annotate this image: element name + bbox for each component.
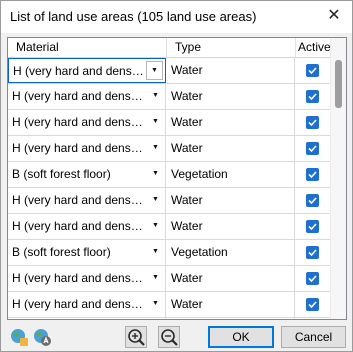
active-checkbox[interactable]	[306, 64, 319, 77]
chevron-down-icon[interactable]: ▼	[148, 243, 163, 260]
material-cell[interactable]: H (very hard and dense s...▼	[8, 84, 166, 109]
grid-rows: H (very hard and dense s... ▼ Water H (very…	[8, 58, 330, 319]
active-cell	[296, 240, 330, 265]
active-checkbox[interactable]	[306, 194, 319, 207]
active-cell	[296, 214, 330, 239]
material-value: H (very hard and dense s...	[13, 64, 149, 78]
type-cell: Water	[167, 214, 295, 239]
material-value: H (very hard and dense s...	[12, 297, 148, 311]
zoom-in-button[interactable]	[125, 326, 147, 348]
column-header-type[interactable]: Type	[167, 38, 296, 57]
material-value: H (very hard and dense s...	[12, 141, 148, 155]
table-row[interactable]: B (soft forest floor) ▼ Vegetation	[8, 162, 330, 188]
grid-header: Material Type Active	[8, 38, 330, 58]
active-cell	[296, 188, 330, 213]
chevron-down-icon[interactable]: ▼	[148, 217, 163, 234]
material-value: B (soft forest floor)	[12, 245, 111, 259]
material-value: H (very hard and dense s...	[12, 271, 148, 285]
type-cell: Water	[167, 58, 295, 83]
table-row[interactable]: H (very hard and dense s...▼Water	[8, 136, 330, 162]
material-value: H (very hard and dense s...	[12, 219, 148, 233]
chevron-down-icon[interactable]: ▼	[148, 139, 163, 156]
chevron-down-icon[interactable]: ▼	[148, 295, 163, 312]
land-use-select-icon[interactable]	[32, 327, 52, 347]
close-icon[interactable]: ✕	[322, 5, 346, 27]
material-cell[interactable]: H (very hard and dense s...▼	[8, 266, 166, 291]
table-row[interactable]: H (very hard and dense s...▼Water	[8, 58, 330, 84]
active-cell	[296, 84, 330, 109]
table-row[interactable]: H (very hard and dense s...▼Water	[8, 266, 330, 292]
type-cell: Water	[167, 318, 295, 319]
type-cell: Water	[167, 266, 295, 291]
material-value: H (very hard and dense s...	[12, 89, 148, 103]
active-checkbox[interactable]	[306, 116, 319, 129]
column-header-active[interactable]: Active	[296, 38, 330, 57]
land-use-dialog: List of land use areas (105 land use are…	[0, 0, 353, 352]
material-cell[interactable]: H (very hard and dense s...▼	[8, 58, 166, 83]
type-cell: Vegetation	[167, 162, 295, 187]
active-cell	[296, 136, 330, 161]
table-row[interactable]: H (very hard and dense s...▼Water	[8, 188, 330, 214]
table-row[interactable]: B (soft forest floor) ▼ Vegetation	[8, 240, 330, 266]
vertical-scrollbar[interactable]	[330, 38, 346, 319]
material-value: H (very hard and dense s...	[12, 115, 148, 129]
table-row[interactable]: H (very hard and dense s...▼Water	[8, 318, 330, 319]
column-header-material[interactable]: Material	[8, 38, 167, 57]
scrollbar-thumb[interactable]	[335, 60, 342, 108]
material-cell[interactable]: H (very hard and dense s...▼	[8, 188, 166, 213]
type-cell: Water	[167, 188, 295, 213]
chevron-down-icon[interactable]: ▼	[146, 61, 163, 80]
chevron-down-icon[interactable]: ▼	[148, 191, 163, 208]
land-use-grid: Material Type Active H (very hard and de…	[7, 37, 347, 320]
active-checkbox[interactable]	[306, 220, 319, 233]
material-cell[interactable]: H (very hard and dense s...▼	[8, 110, 166, 135]
active-checkbox[interactable]	[306, 142, 319, 155]
active-checkbox[interactable]	[306, 272, 319, 285]
material-cell[interactable]: H (very hard and dense s...▼	[8, 292, 166, 317]
zoom-out-icon	[161, 329, 178, 346]
land-use-map-icon[interactable]	[9, 327, 29, 347]
active-cell	[296, 58, 330, 83]
material-cell[interactable]: H (very hard and dense s...▼	[8, 318, 166, 319]
type-cell: Water	[167, 84, 295, 109]
ok-button[interactable]: OK	[208, 326, 274, 348]
zoom-out-button[interactable]	[158, 326, 180, 348]
type-cell: Water	[167, 136, 295, 161]
active-cell	[296, 162, 330, 187]
chevron-down-icon[interactable]: ▼	[148, 87, 163, 104]
chevron-down-icon[interactable]: ▼	[148, 113, 163, 130]
table-row[interactable]: H (very hard and dense s...▼Water	[8, 84, 330, 110]
active-checkbox[interactable]	[306, 90, 319, 103]
active-cell	[296, 292, 330, 317]
active-cell	[296, 318, 330, 319]
material-cell[interactable]: B (soft forest floor) ▼	[8, 162, 166, 187]
table-row[interactable]: H (very hard and dense s...▼Water	[8, 292, 330, 318]
material-value: H (very hard and dense s...	[12, 318, 148, 319]
active-cell	[296, 266, 330, 291]
material-value: B (soft forest floor)	[12, 167, 111, 181]
cancel-button[interactable]: Cancel	[281, 326, 346, 348]
table-row[interactable]: H (very hard and dense s...▼Water	[8, 110, 330, 136]
type-cell: Water	[167, 292, 295, 317]
dialog-title: List of land use areas (105 land use are…	[10, 9, 257, 24]
material-cell[interactable]: H (very hard and dense s...▼	[8, 136, 166, 161]
material-cell[interactable]: H (very hard and dense s...▼	[8, 214, 166, 239]
chevron-down-icon[interactable]: ▼	[148, 269, 163, 286]
title-bar: List of land use areas (105 land use are…	[1, 1, 352, 33]
active-checkbox[interactable]	[306, 246, 319, 259]
active-checkbox[interactable]	[306, 298, 319, 311]
material-value: H (very hard and dense s...	[12, 193, 148, 207]
type-cell: Water	[167, 110, 295, 135]
active-cell	[296, 110, 330, 135]
zoom-in-icon	[128, 329, 145, 346]
type-cell: Vegetation	[167, 240, 295, 265]
material-cell[interactable]: B (soft forest floor) ▼	[8, 240, 166, 265]
chevron-down-icon[interactable]: ▼	[148, 165, 163, 182]
table-row[interactable]: H (very hard and dense s...▼Water	[8, 214, 330, 240]
active-checkbox[interactable]	[306, 168, 319, 181]
